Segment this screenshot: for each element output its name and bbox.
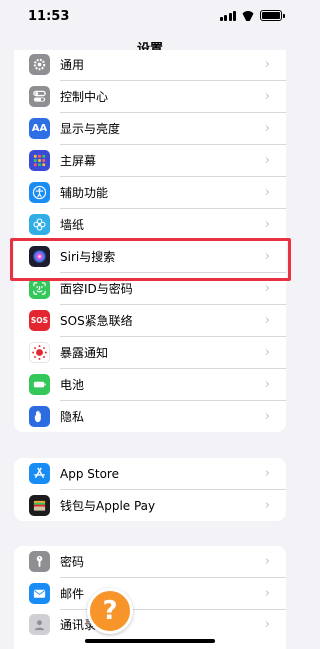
settings-row-label: App Store (60, 466, 119, 481)
chevron-right-icon: › (264, 185, 270, 201)
settings-row-contacts[interactable]: 通讯录 › (14, 609, 286, 641)
settings-row-passwords[interactable]: 密码 › (14, 546, 286, 578)
home-indicator[interactable] (85, 639, 215, 643)
settings-row-label: 邮件 (60, 586, 85, 601)
question-mark-icon: ? (102, 596, 118, 626)
chevron-right-icon: › (264, 313, 270, 329)
settings-row-label: 密码 (60, 555, 85, 570)
settings-row-label: 暴露通知 (60, 346, 109, 361)
face-id-icon (29, 278, 50, 300)
chevron-right-icon: › (264, 409, 270, 425)
chevron-right-icon: › (264, 345, 270, 361)
chevron-right-icon: › (264, 89, 270, 105)
settings-row-label: 墙纸 (60, 218, 85, 233)
sos-icon: SOS (29, 310, 50, 332)
settings-row-label: 控制中心 (60, 90, 109, 105)
app-store-icon (29, 463, 50, 485)
settings-row-mail[interactable]: 邮件 › (14, 578, 286, 610)
settings-row-emergency-sos[interactable]: SOS SOS紧急联络 › (14, 305, 286, 337)
status-bar: 11:53 (0, 0, 300, 34)
settings-row-app-store[interactable]: App Store › (14, 458, 286, 490)
settings-group-accounts: 密码 › 邮件 › 通讯录 › (14, 546, 286, 649)
settings-row-privacy[interactable]: 隐私 › (14, 401, 286, 432)
settings-row-accessibility[interactable]: 辅助功能 › (14, 177, 286, 209)
settings-row-home-screen[interactable]: 主屏幕 › (14, 145, 286, 177)
settings-row-control-center[interactable]: 控制中心 › (14, 81, 286, 113)
chevron-right-icon: › (264, 377, 270, 393)
settings-row-label: 辅助功能 (60, 186, 109, 201)
settings-row-wallet-apple-pay[interactable]: 钱包与Apple Pay › (14, 490, 286, 522)
settings-row-display-brightness[interactable]: AA 显示与亮度 › (14, 113, 286, 145)
settings-row-battery[interactable]: 电池 › (14, 369, 286, 401)
help-button[interactable]: ? (87, 588, 133, 634)
flower-icon (29, 214, 50, 236)
chevron-right-icon: › (264, 121, 270, 137)
chevron-right-icon: › (264, 497, 270, 513)
cellular-signal-icon (219, 10, 236, 21)
display-aa-glyph: AA (31, 123, 48, 135)
settings-row-label: SOS紧急联络 (60, 314, 133, 329)
mail-icon (29, 582, 50, 604)
settings-row-label: 隐私 (60, 410, 85, 425)
gear-icon (29, 54, 50, 76)
display-aa-icon: AA (29, 118, 50, 140)
settings-row-label: 主屏幕 (60, 154, 97, 169)
settings-row-label: 面容ID与密码 (60, 282, 133, 297)
toggles-icon (29, 86, 50, 108)
settings-row-general[interactable]: 通用 › (14, 50, 286, 81)
exposure-icon (29, 342, 50, 364)
chevron-right-icon: › (264, 617, 270, 633)
settings-row-label: 电池 (60, 378, 85, 393)
contacts-icon (29, 614, 50, 636)
chevron-right-icon: › (264, 57, 270, 73)
status-time: 11:53 (28, 9, 70, 24)
chevron-right-icon: › (264, 281, 270, 297)
settings-row-wallpaper[interactable]: 墙纸 › (14, 209, 286, 241)
chevron-right-icon: › (264, 585, 270, 601)
accessibility-icon (29, 182, 50, 204)
status-icons (219, 10, 285, 21)
battery-icon (29, 374, 50, 396)
wallet-icon (29, 494, 50, 516)
key-icon (29, 551, 50, 573)
wifi-icon (241, 11, 255, 21)
settings-row-label: 显示与亮度 (60, 122, 121, 137)
hand-icon (29, 406, 50, 428)
settings-group-store: App Store › 钱包与Apple Pay › (14, 458, 286, 521)
settings-row-label: 钱包与Apple Pay (60, 498, 156, 513)
sos-glyph: SOS (30, 316, 49, 326)
face-id-highlight-box (10, 238, 291, 281)
battery-status-icon (260, 10, 285, 21)
home-grid-icon (29, 150, 50, 172)
settings-row-exposure-notifications[interactable]: 暴露通知 › (14, 337, 286, 369)
settings-row-label: 通用 (60, 58, 85, 73)
chevron-right-icon: › (264, 217, 270, 233)
chevron-right-icon: › (264, 466, 270, 482)
chevron-right-icon: › (264, 554, 270, 570)
chevron-right-icon: › (264, 153, 270, 169)
